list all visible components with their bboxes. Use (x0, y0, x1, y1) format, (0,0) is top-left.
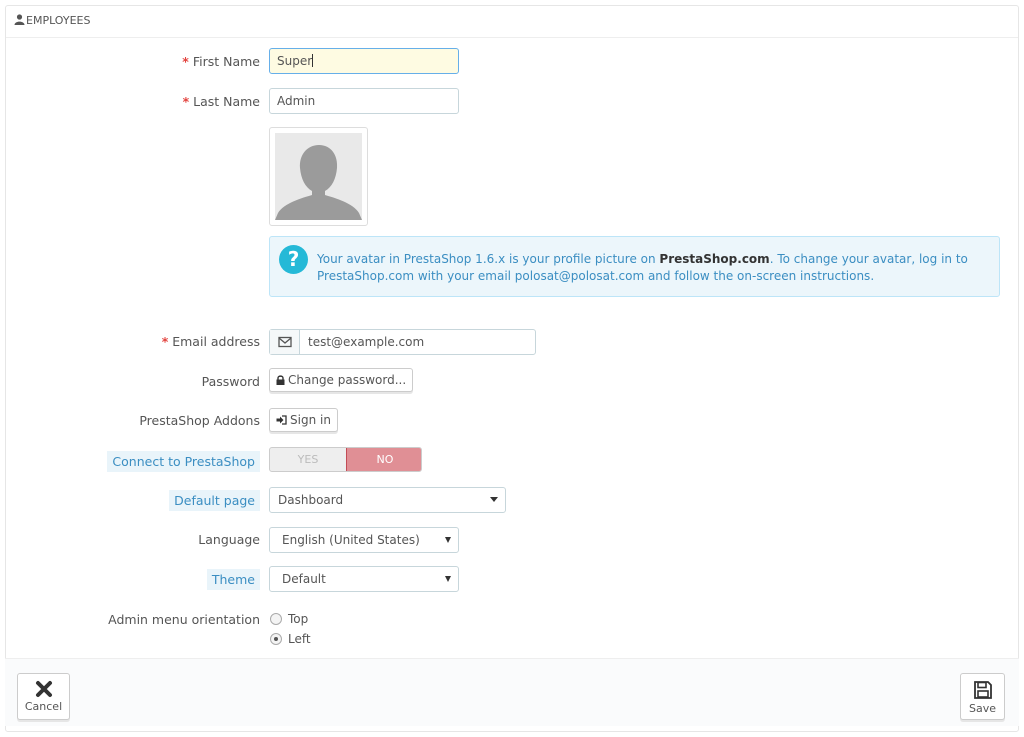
envelope-icon (278, 336, 292, 348)
sign-in-button[interactable]: Sign in (269, 408, 338, 432)
notice-text-before: Your avatar in PrestaShop 1.6.x is your … (317, 252, 660, 266)
avatar-notice: ? Your avatar in PrestaShop 1.6.x is you… (269, 236, 1000, 297)
last-name-input[interactable]: Admin (269, 88, 459, 114)
password-label: Password (201, 374, 260, 389)
connect-label: Connect to PrestaShop (107, 451, 260, 472)
chevron-down-icon (490, 497, 498, 502)
radio-top-label: Top (288, 612, 309, 626)
avatar (269, 127, 368, 226)
default-page-value: Dashboard (278, 493, 344, 507)
first-name-label: * First Name (182, 54, 260, 69)
connect-toggle[interactable]: YES NO (269, 447, 422, 472)
first-name-value: Super (277, 54, 313, 68)
email-label-text: Email address (172, 334, 260, 349)
panel-title: EMPLOYEES (26, 14, 91, 27)
notice-brand-link[interactable]: PrestaShop.com (659, 252, 769, 266)
radio-left[interactable] (270, 633, 282, 645)
radio-left-label: Left (288, 632, 311, 646)
question-circle-icon: ? (279, 245, 308, 274)
radio-option-top[interactable]: Top (270, 612, 308, 626)
theme-value: Default (282, 572, 326, 586)
last-name-value: Admin (277, 94, 316, 108)
change-password-label: Change password... (288, 373, 407, 387)
menu-orientation-label: Admin menu orientation (108, 612, 260, 627)
required-marker: * (182, 54, 189, 69)
required-marker: * (161, 334, 169, 349)
required-marker: * (182, 94, 190, 109)
radio-option-left[interactable]: Left (270, 632, 311, 646)
radio-top[interactable] (270, 613, 282, 625)
lock-icon (276, 375, 285, 385)
theme-select[interactable]: Default (269, 566, 459, 592)
last-name-label: * Last Name (183, 94, 260, 109)
email-label: * Email address (162, 334, 260, 349)
first-name-label-text: First Name (192, 54, 260, 69)
text-caret (312, 54, 314, 67)
cancel-label: Cancel (24, 700, 63, 713)
avatar-silhouette-icon (275, 145, 362, 220)
sign-in-icon (276, 415, 287, 425)
sign-in-label: Sign in (290, 413, 331, 427)
cancel-button[interactable]: Cancel (17, 673, 70, 720)
form-footer: Cancel Save (5, 658, 1019, 726)
default-page-label: Default page (169, 490, 260, 511)
email-value: test@example.com (308, 335, 425, 349)
email-field[interactable]: test@example.com (269, 329, 536, 355)
default-page-select[interactable]: Dashboard (269, 487, 506, 513)
theme-label: Theme (206, 569, 260, 590)
email-addon (270, 330, 300, 354)
toggle-yes[interactable]: YES (270, 448, 346, 471)
save-label: Save (968, 702, 996, 715)
chevron-down-icon (445, 537, 451, 543)
change-password-button[interactable]: Change password... (269, 368, 414, 392)
panel-heading: EMPLOYEES (6, 6, 1018, 38)
language-select[interactable]: English (United States) (269, 527, 459, 553)
last-name-label-text: Last Name (193, 94, 260, 109)
chevron-down-icon (445, 576, 451, 582)
close-icon (35, 681, 52, 697)
language-value: English (United States) (282, 533, 420, 547)
addons-label: PrestaShop Addons (139, 413, 260, 428)
floppy-disk-icon (973, 681, 992, 699)
first-name-input[interactable]: Super (269, 48, 459, 74)
language-label: Language (198, 532, 260, 547)
toggle-no[interactable]: NO (346, 448, 421, 471)
save-button[interactable]: Save (960, 673, 1005, 720)
user-icon (14, 14, 25, 25)
avatar-notice-text: Your avatar in PrestaShop 1.6.x is your … (317, 251, 987, 285)
